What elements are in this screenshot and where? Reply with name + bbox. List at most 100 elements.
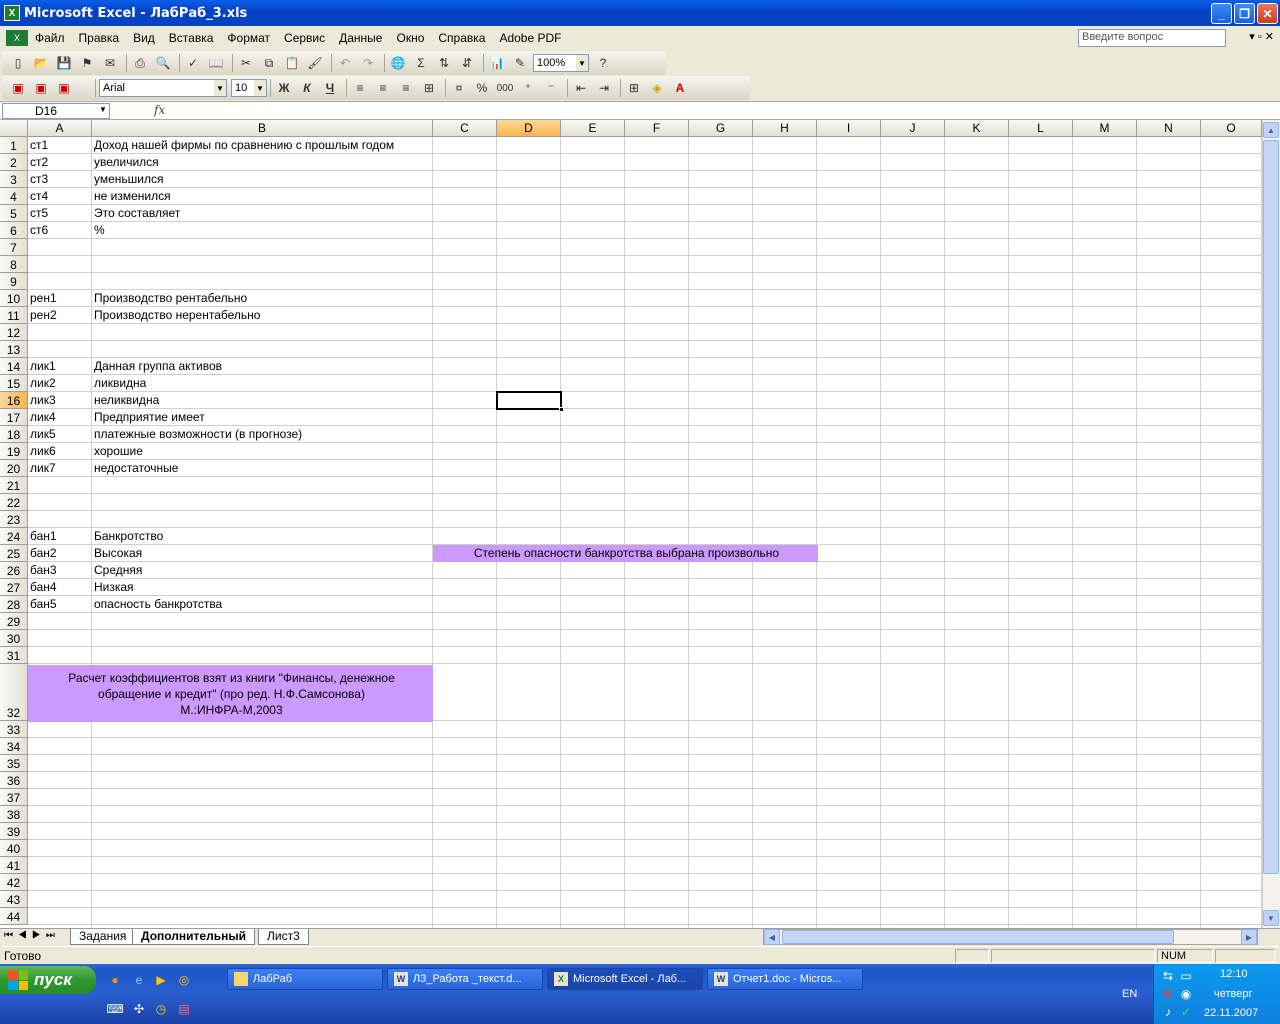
doc-window-controls[interactable]: ▾ ▫ ✕ — [1249, 30, 1274, 43]
cell-a28[interactable]: бан5 — [28, 596, 92, 612]
cell-a26[interactable]: бан3 — [28, 562, 92, 578]
name-box[interactable]: D16 — [2, 103, 110, 119]
row-header-10[interactable]: 10 — [0, 290, 28, 307]
cell-a4[interactable]: ст4 — [28, 188, 92, 204]
autosum-button[interactable]: Σ — [411, 53, 431, 73]
drawing-icon[interactable]: ✎ — [510, 53, 530, 73]
cell-a20[interactable]: лик7 — [28, 460, 92, 476]
align-left-icon[interactable]: ≡ — [350, 78, 370, 98]
spelling-icon[interactable]: ✓ — [183, 53, 203, 73]
pdf-review-icon[interactable]: ▣ — [54, 78, 74, 98]
chart-wizard-icon[interactable]: 📊 — [487, 53, 507, 73]
excel-icon[interactable]: X — [4, 5, 20, 21]
chevron-down-icon[interactable]: ▼ — [576, 55, 588, 71]
volume-icon[interactable]: ♪ — [1160, 1004, 1176, 1020]
row-header-27[interactable]: 27 — [0, 579, 28, 596]
sort-ascending-icon[interactable]: ⇅ — [434, 53, 454, 73]
scroll-left-icon[interactable]: ◀ — [764, 929, 780, 945]
tab-zadaniya[interactable]: Задания — [70, 929, 136, 945]
borders-icon[interactable]: ⊞ — [624, 78, 644, 98]
row-header-38[interactable]: 38 — [0, 806, 28, 823]
cell-a25[interactable]: бан2 — [28, 545, 92, 561]
row-header-41[interactable]: 41 — [0, 857, 28, 874]
column-header-i[interactable]: I — [817, 120, 881, 137]
column-header-h[interactable]: H — [753, 120, 817, 137]
increase-decimal-icon[interactable]: ⁺ — [518, 78, 538, 98]
menu-data[interactable]: Данные — [332, 31, 389, 45]
clock-time[interactable]: 12:10 — [1220, 968, 1248, 980]
cell-b16[interactable]: неликвидна — [92, 392, 433, 408]
media-player-icon[interactable]: ▶ — [153, 972, 169, 988]
merge-center-icon[interactable]: ⊞ — [419, 78, 439, 98]
cell-b26[interactable]: Средняя — [92, 562, 433, 578]
row-header-12[interactable]: 12 — [0, 324, 28, 341]
cell-b18[interactable]: платежные возможности (в прогнозе) — [92, 426, 433, 442]
row-header-8[interactable]: 8 — [0, 256, 28, 273]
antivirus-icon[interactable]: K — [1160, 986, 1176, 1002]
row-header-22[interactable]: 22 — [0, 494, 28, 511]
column-header-m[interactable]: M — [1073, 120, 1137, 137]
menu-format[interactable]: Формат — [220, 31, 277, 45]
menu-view[interactable]: Вид — [126, 31, 162, 45]
note-source-book[interactable]: Расчет коэффициентов взят из книги "Фина… — [28, 670, 433, 718]
redo-icon[interactable]: ↷ — [358, 53, 378, 73]
cell-a6[interactable]: ст6 — [28, 222, 92, 238]
horizontal-scrollbar[interactable]: ◀ ▶ — [763, 929, 1258, 945]
row-header-24[interactable]: 24 — [0, 528, 28, 545]
currency-icon[interactable]: ¤ — [449, 78, 469, 98]
update-icon[interactable]: ✓ — [1178, 1004, 1194, 1020]
decrease-decimal-icon[interactable]: ⁻ — [541, 78, 561, 98]
font-size-select[interactable]: 10 ▼ — [231, 79, 267, 97]
align-right-icon[interactable]: ≡ — [396, 78, 416, 98]
tool-icon[interactable]: ⌨ — [106, 1001, 123, 1017]
cell-b4[interactable]: не изменился — [92, 188, 433, 204]
cell-a24[interactable]: бан1 — [28, 528, 92, 544]
column-header-d[interactable]: D — [497, 120, 561, 137]
menu-insert[interactable]: Вставка — [162, 31, 221, 45]
row-header-16[interactable]: 16 — [0, 392, 28, 409]
row-header-37[interactable]: 37 — [0, 789, 28, 806]
increase-indent-icon[interactable]: ⇥ — [594, 78, 614, 98]
cell-a15[interactable]: лик2 — [28, 375, 92, 391]
column-header-f[interactable]: F — [625, 120, 689, 137]
clock-app-icon[interactable]: ◷ — [153, 1001, 169, 1017]
row-header-25[interactable]: 25 — [0, 545, 28, 562]
chevron-down-icon[interactable]: ▼ — [254, 80, 266, 96]
cell-b10[interactable]: Производство рентабельно — [92, 290, 433, 306]
new-icon[interactable]: ▯ — [8, 53, 28, 73]
row-header-2[interactable]: 2 — [0, 154, 28, 171]
scroll-down-icon[interactable]: ▼ — [1263, 910, 1279, 926]
cell-a2[interactable]: ст2 — [28, 154, 92, 170]
row-header-33[interactable]: 33 — [0, 721, 28, 738]
task-excel[interactable]: X Microsoft Excel - Лаб... — [547, 968, 703, 990]
row-header-44[interactable]: 44 — [0, 908, 28, 925]
close-button[interactable]: ✕ — [1257, 3, 1278, 24]
tab-list3[interactable]: Лист3 — [258, 929, 309, 945]
row-header-30[interactable]: 30 — [0, 630, 28, 647]
cell-b17[interactable]: Предприятие имеет — [92, 409, 433, 425]
calendar-app-icon[interactable]: ▤ — [176, 1001, 192, 1017]
tab-dopolnitelny[interactable]: Дополнительный — [132, 929, 255, 945]
font-name-select[interactable]: Arial ▼ — [99, 79, 227, 97]
permission-icon[interactable]: ⚑ — [77, 53, 97, 73]
column-header-k[interactable]: K — [945, 120, 1009, 137]
menu-tools[interactable]: Сервис — [277, 31, 332, 45]
cell-a19[interactable]: лик6 — [28, 443, 92, 459]
row-header-34[interactable]: 34 — [0, 738, 28, 755]
cell-b2[interactable]: увеличился — [92, 154, 433, 170]
cell-a11[interactable]: рен2 — [28, 307, 92, 323]
column-header-b[interactable]: B — [92, 120, 433, 137]
cell-a1[interactable]: ст1 — [28, 137, 92, 153]
scroll-right-icon[interactable]: ▶ — [1241, 929, 1257, 945]
menu-window[interactable]: Окно — [389, 31, 431, 45]
chevron-down-icon[interactable]: ▼ — [99, 105, 107, 114]
horizontal-scroll-thumb[interactable] — [782, 930, 1174, 944]
help-icon[interactable]: ? — [593, 53, 613, 73]
hyperlink-icon[interactable]: 🌐 — [388, 53, 408, 73]
row-header-36[interactable]: 36 — [0, 772, 28, 789]
column-header-g[interactable]: G — [689, 120, 753, 137]
function-icon[interactable]: fx — [154, 103, 165, 117]
decrease-indent-icon[interactable]: ⇤ — [571, 78, 591, 98]
pdf-convert-icon[interactable]: ▣ — [8, 78, 28, 98]
row-header-1[interactable]: 1 — [0, 137, 28, 154]
